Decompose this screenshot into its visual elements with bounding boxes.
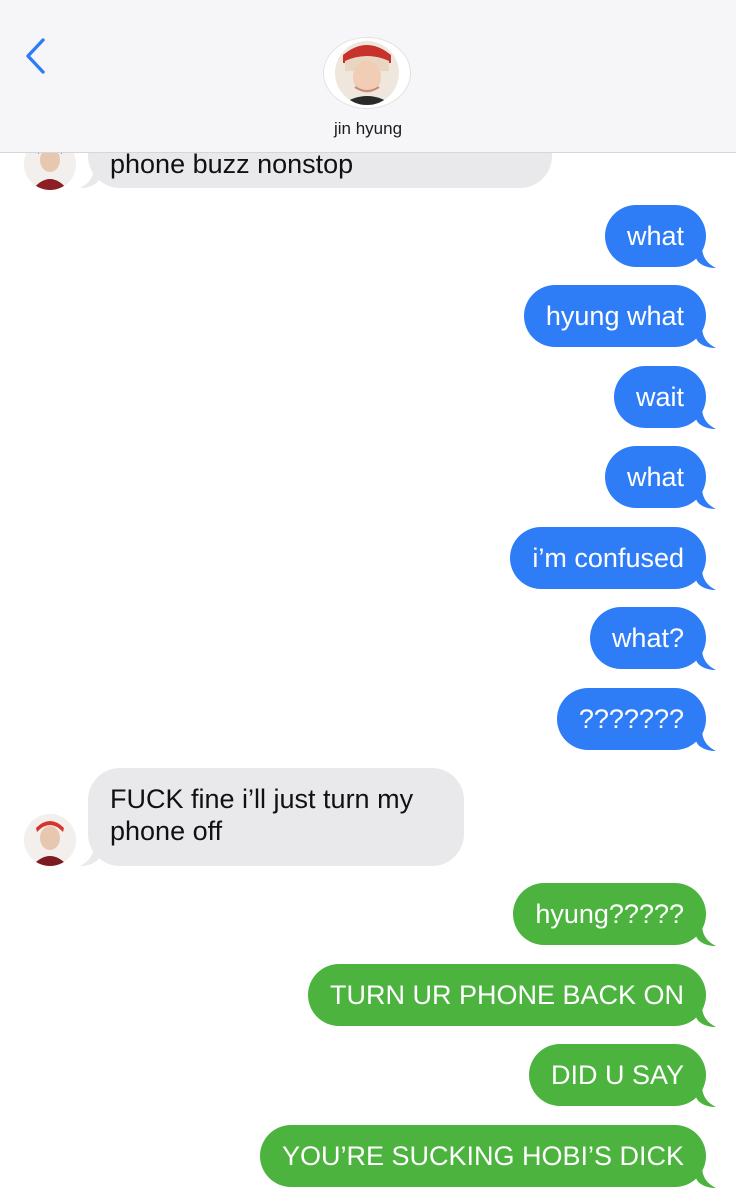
message-text: YOU’RE SUCKING HOBI’S DICK — [281, 1141, 684, 1171]
bubble-tail-icon — [696, 1166, 716, 1188]
message-text: ??????? — [578, 704, 684, 734]
bubble-tail-icon — [80, 166, 100, 188]
outgoing-message-bubble[interactable]: TURN UR PHONE BACK ON — [307, 964, 706, 1026]
conversation-header: jin hyung — [0, 0, 736, 153]
message-text: hyung????? — [535, 899, 684, 929]
message-text: wait — [635, 382, 684, 412]
contact-name[interactable]: jin hyung — [0, 119, 736, 139]
message-text: what — [626, 462, 684, 492]
outgoing-message-bubble[interactable]: what? — [589, 607, 706, 669]
bubble-tail-icon — [696, 246, 716, 268]
outgoing-message-bubble[interactable]: i’m confused — [510, 527, 706, 589]
contact-photo — [335, 41, 399, 105]
contact-avatar[interactable] — [322, 38, 412, 108]
bubble-tail-icon — [696, 568, 716, 590]
message-text: FUCK fine i’ll just turn my phone off — [110, 784, 414, 846]
back-button[interactable] — [14, 30, 62, 82]
message-text: i’m confused — [532, 543, 684, 573]
bubble-tail-icon — [696, 407, 716, 429]
message-text: DID U SAY — [550, 1060, 684, 1090]
bubble-tail-icon — [80, 844, 100, 866]
outgoing-message-bubble[interactable]: YOU’RE SUCKING HOBI’S DICK — [259, 1125, 706, 1187]
messages-screen: phone buzz nonstop what hyung what wait … — [0, 0, 736, 1200]
outgoing-message-bubble[interactable]: hyung????? — [513, 883, 706, 945]
outgoing-message-bubble[interactable]: what — [604, 205, 706, 267]
outgoing-message-bubble[interactable]: hyung what — [523, 285, 706, 347]
sender-avatar — [24, 814, 76, 866]
message-text: hyung what — [545, 301, 684, 331]
bubble-tail-icon — [696, 729, 716, 751]
bubble-tail-icon — [696, 1005, 716, 1027]
message-text: what? — [611, 623, 684, 653]
bubble-tail-icon — [696, 326, 716, 348]
message-text: TURN UR PHONE BACK ON — [329, 980, 684, 1010]
bubble-tail-icon — [696, 487, 716, 509]
outgoing-message-bubble[interactable]: what — [604, 446, 706, 508]
outgoing-message-bubble[interactable]: DID U SAY — [528, 1044, 706, 1106]
outgoing-message-bubble[interactable]: wait — [613, 366, 706, 428]
message-text: what — [626, 221, 684, 251]
incoming-message-bubble[interactable]: FUCK fine i’ll just turn my phone off — [88, 768, 464, 866]
message-thread[interactable]: phone buzz nonstop what hyung what wait … — [0, 0, 736, 1200]
bubble-tail-icon — [696, 1085, 716, 1107]
bubble-tail-icon — [696, 648, 716, 670]
chevron-left-icon — [26, 38, 45, 74]
outgoing-message-bubble[interactable]: ??????? — [556, 688, 706, 750]
bubble-tail-icon — [696, 924, 716, 946]
